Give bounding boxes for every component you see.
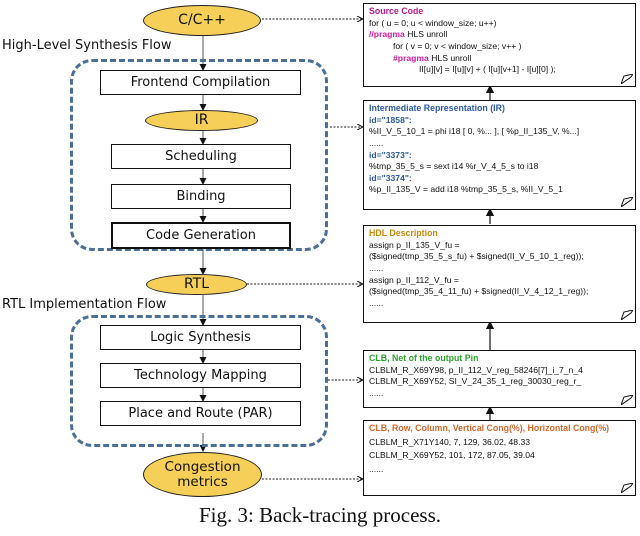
code-line: //pragma HLS unroll — [369, 29, 630, 41]
clb-line: CLBLM_R_X69Y52, SI_V_24_35_1_reg_30030_r… — [369, 376, 582, 387]
rtl-node: RTL — [146, 274, 247, 295]
ir-line: %II_V_5_10_1 = phi i18 [ 0, %... ], [ %p… — [369, 126, 580, 137]
note-hdl: HDL Description assign p_II_135_V_fu = (… — [363, 225, 636, 323]
hdl-line: ($signed(tmp_35_4_11_fu) + $signed(II_V_… — [369, 286, 589, 297]
code-line: II[u][v] = I[u][v] + ( I[u][v+1] - I[u][… — [419, 64, 556, 75]
page-fold-icon — [621, 74, 633, 84]
note-title: HDL Description — [369, 228, 438, 238]
note-title: Source Code — [369, 6, 424, 16]
ir-dots: ...... — [369, 138, 384, 149]
output-node-congestion-metrics: Congestion metrics — [143, 452, 262, 497]
ir-line: %tmp_35_5_s = sext i14 %r_V_4_5_s to i18 — [369, 161, 539, 172]
output-node-line-2: metrics — [177, 473, 228, 490]
step-scheduling: Scheduling — [111, 144, 291, 169]
ir-line: %p_II_135_V = add i18 %tmp_35_5_s, %II_V… — [369, 184, 563, 195]
note-ir: Intermediate Representation (IR) id="185… — [363, 100, 636, 210]
figure-caption: Fig. 3: Back-tracing process. — [198, 503, 442, 527]
note-title: Intermediate Representation (IR) — [369, 103, 505, 113]
pragma-text: HLS unroll — [431, 52, 472, 63]
code-line: #pragma HLS unroll — [369, 53, 630, 65]
page-fold-icon — [621, 395, 633, 405]
cong-line: CLBLM_R_X71Y140, 7, 129, 36.02, 48.33 — [369, 436, 531, 447]
input-node-c-cpp: C/C++ — [143, 5, 261, 36]
note-congestion: CLB, Row, Column, Vertical Cong(%), Hori… — [363, 420, 636, 496]
note-title: CLB, Net of the output Pin — [369, 353, 479, 363]
step-place-and-route: Place and Route (PAR) — [100, 401, 301, 426]
step-logic-synthesis: Logic Synthesis — [100, 325, 301, 350]
clb-line: CLBLM_R_X69Y98, p_II_112_V_reg_58246[7]_… — [369, 364, 583, 375]
pragma-text: HLS unroll — [407, 29, 448, 40]
step-code-generation: Code Generation — [111, 222, 291, 249]
code-line: for ( u = 0; u < window_size; u++) — [369, 17, 497, 28]
ir-node: IR — [145, 110, 258, 131]
step-technology-mapping: Technology Mapping — [100, 363, 301, 388]
clb-line: ...... — [369, 388, 384, 399]
ir-id: id="1858": — [369, 114, 412, 125]
note-source-code: Source Code for ( u = 0; u < window_size… — [363, 3, 636, 87]
page-fold-icon — [621, 197, 633, 207]
pragma-keyword: //pragma — [369, 29, 405, 40]
step-frontend-compilation: Frontend Compilation — [100, 70, 301, 95]
page-fold-icon — [621, 483, 633, 493]
note-title: CLB, Row, Column, Vertical Cong(%), Hori… — [369, 423, 610, 433]
hdl-line: ...... — [369, 263, 384, 274]
code-line: for ( v = 0; v < window_size; v++ ) — [393, 41, 522, 52]
hdl-line: ...... — [369, 297, 384, 308]
rtl-flow-label: RTL Implementation Flow — [2, 297, 167, 312]
cong-line: ...... — [369, 464, 384, 475]
note-clb-net: CLB, Net of the output Pin CLBLM_R_X69Y9… — [363, 350, 636, 408]
step-binding: Binding — [111, 184, 291, 209]
ir-id: id="3373": — [369, 149, 412, 160]
pragma-keyword: #pragma — [393, 52, 429, 63]
hdl-line: assign p_II_112_V_fu = — [369, 274, 459, 285]
hdl-line: ($signed(tmp_35_5_s_fu) + $signed(II_V_5… — [369, 251, 584, 262]
hls-flow-label: High-Level Synthesis Flow — [2, 38, 172, 53]
hdl-line: assign p_II_135_V_fu = — [369, 239, 460, 250]
page-fold-icon — [621, 310, 633, 320]
ir-id: id="3374": — [369, 172, 412, 183]
cong-line: CLBLM_R_X69Y52, 101, 172, 87.05, 39.04 — [369, 450, 535, 461]
